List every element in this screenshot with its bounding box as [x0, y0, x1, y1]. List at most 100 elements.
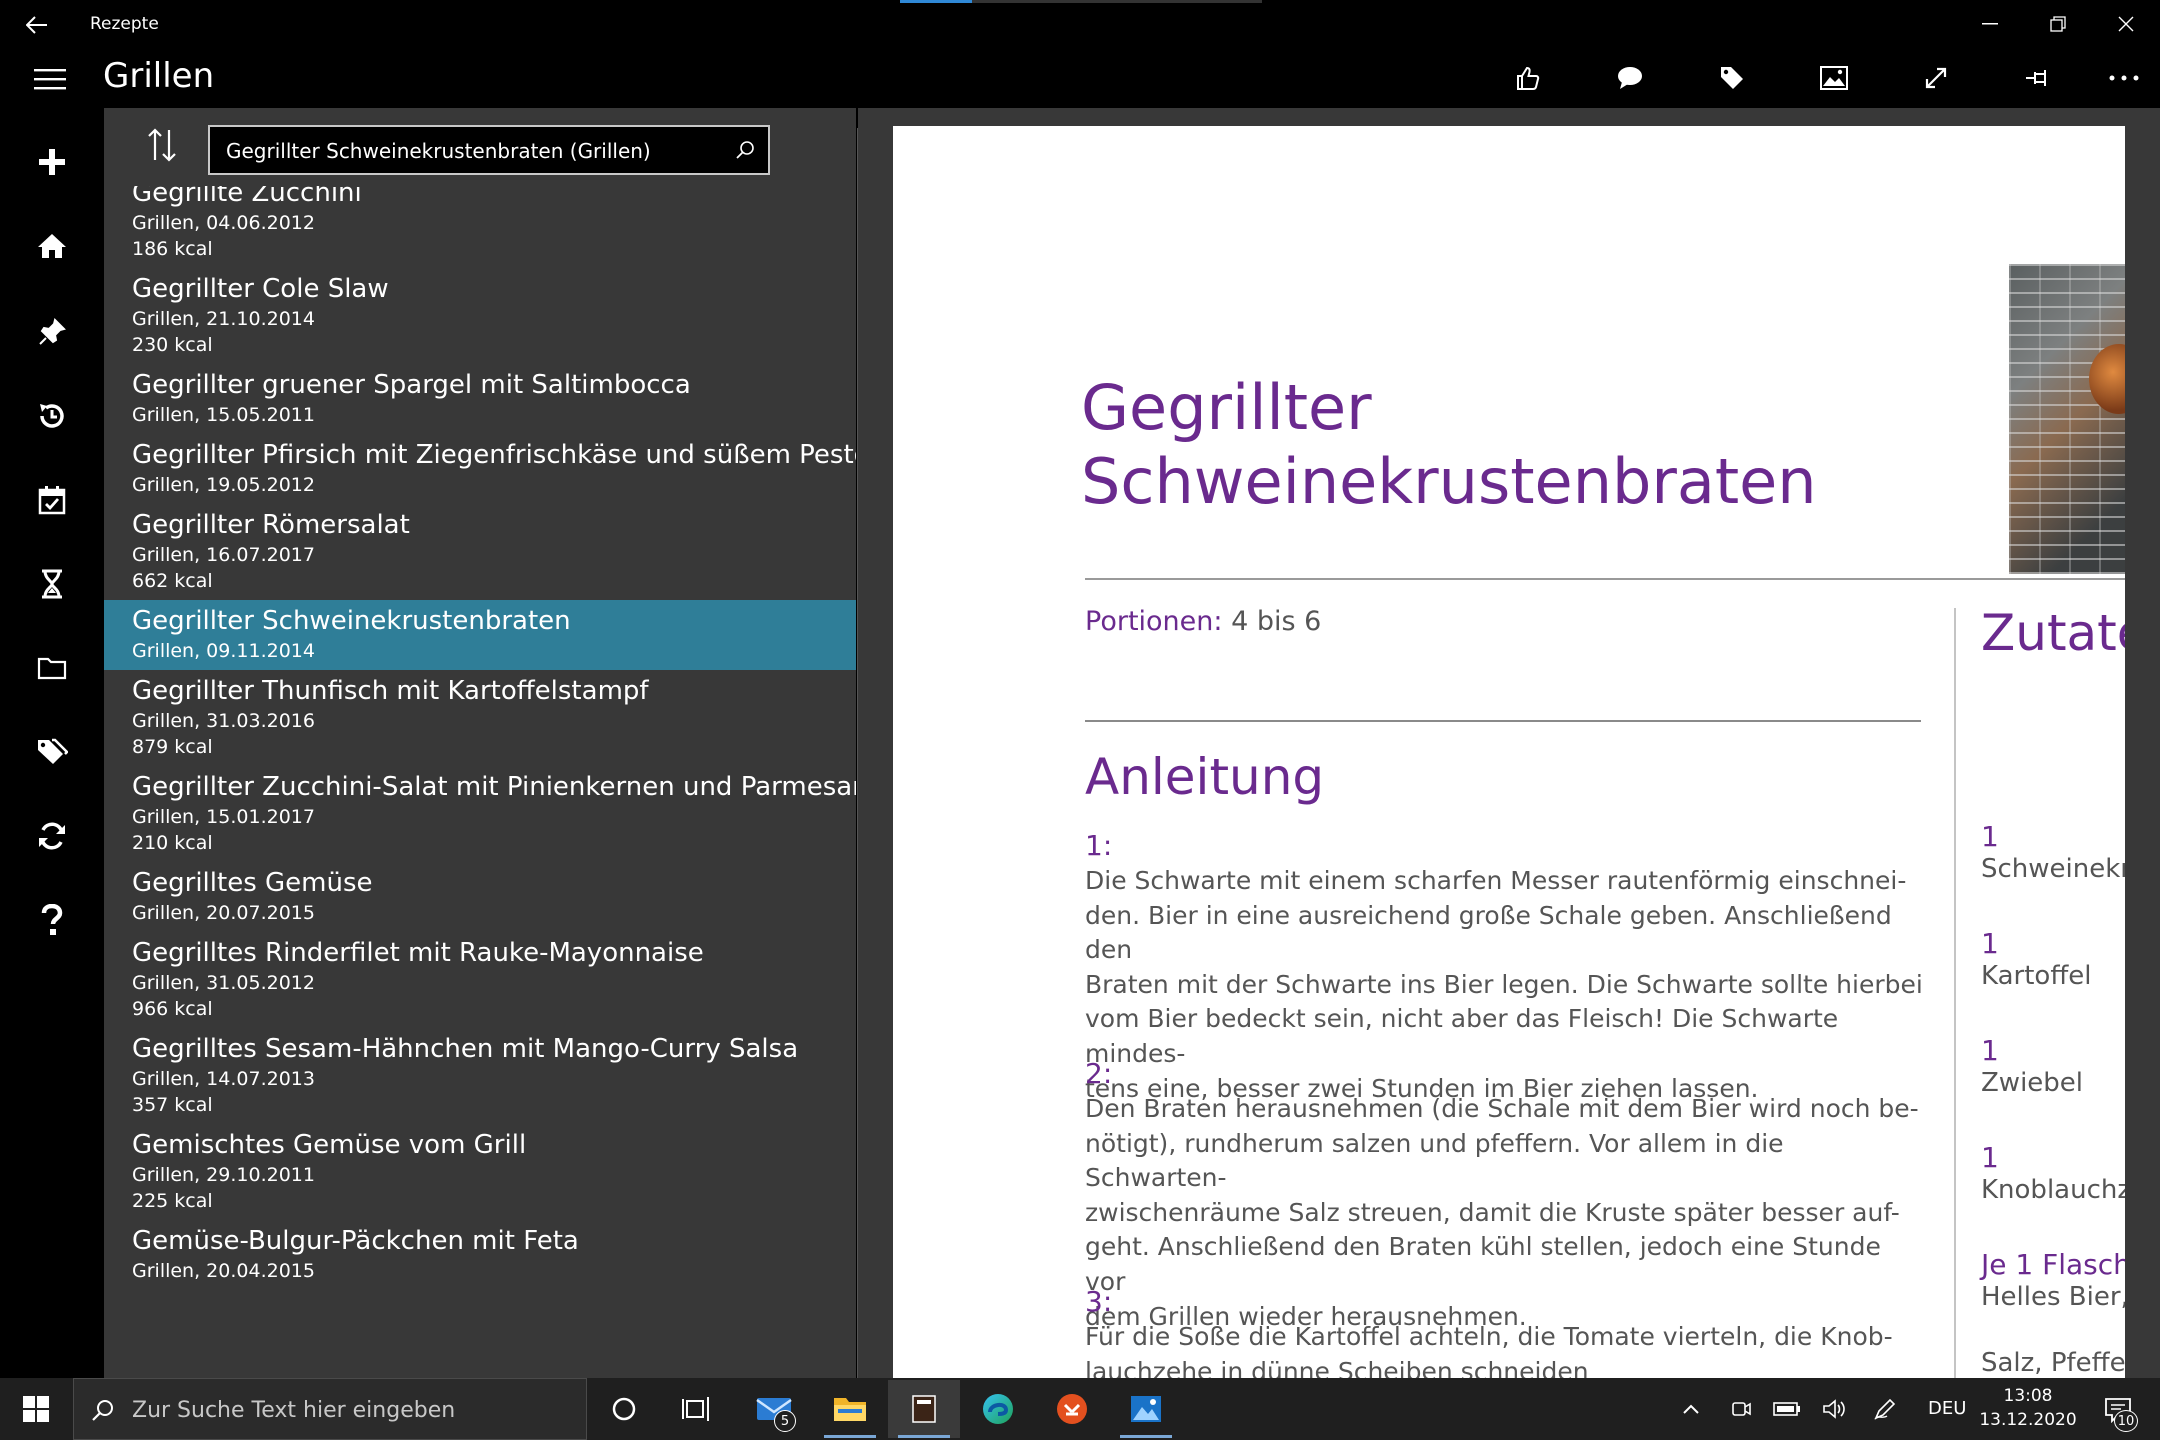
- instruction-step: 3: Für die Soße die Kartoffel achteln, di…: [1085, 1284, 1925, 1378]
- portions: Portionen: 4 bis 6: [1085, 606, 1321, 637]
- add-icon[interactable]: [22, 132, 82, 192]
- list-item-category-date: Grillen, 20.07.2015: [132, 902, 315, 924]
- list-item-category-date: Grillen, 09.11.2014: [132, 640, 315, 662]
- ingredient-name: Kartoffel: [1981, 961, 2092, 991]
- edge-browser-icon[interactable]: [962, 1380, 1034, 1438]
- fullscreen-icon[interactable]: [1908, 52, 1964, 104]
- mail-badge: 5: [774, 1410, 796, 1432]
- document-scroll-area[interactable]: [2125, 108, 2160, 1378]
- list-item[interactable]: Gemüse-Bulgur-Päckchen mit Feta Grillen, …: [104, 1220, 856, 1290]
- list-item[interactable]: Gemischtes Gemüse vom Grill Grillen, 29.1…: [104, 1124, 856, 1220]
- title-rule: [1085, 578, 2125, 580]
- clock[interactable]: 13:08 13.12.2020: [1976, 1384, 2080, 1432]
- photos-running-indicator: [1120, 1435, 1172, 1438]
- volume-icon[interactable]: [1818, 1394, 1852, 1424]
- list-item[interactable]: Gegrillte Zucchini Grillen, 04.06.2012 186…: [104, 186, 856, 268]
- step-text-line: Braten mit der Schwarte ins Bier legen. …: [1085, 969, 1923, 999]
- step-text-line: Für die Soße die Kartoffel achteln, die …: [1085, 1322, 1893, 1351]
- list-item-calories: 879 kcal: [132, 736, 213, 758]
- list-item[interactable]: Gegrilltes Gemüse Grillen, 20.07.2015: [104, 862, 856, 932]
- title-accent-bar: [900, 0, 972, 3]
- file-explorer-icon[interactable]: [814, 1380, 886, 1438]
- list-item-calories: 225 kcal: [132, 1190, 213, 1212]
- portions-label: Portionen:: [1085, 606, 1223, 637]
- list-item-category-date: Grillen, 29.10.2011: [132, 1164, 315, 1186]
- step-number: 3:: [1085, 1285, 1113, 1318]
- list-item-title: Gemüse-Bulgur-Päckchen mit Feta: [132, 1226, 579, 1256]
- home-icon[interactable]: [22, 216, 82, 276]
- close-button[interactable]: [2092, 0, 2160, 48]
- tag-icon[interactable]: [1704, 52, 1760, 104]
- minimize-button[interactable]: [1956, 0, 2024, 48]
- ingredient-quantity: 1: [1981, 1141, 1999, 1174]
- list-item[interactable]: Gegrilltes Rinderfilet mit Rauke-Mayonna…: [104, 932, 856, 1028]
- rezepte-running-indicator: [898, 1435, 950, 1438]
- step-number: 2:: [1085, 1057, 1113, 1090]
- cortana-icon[interactable]: [588, 1380, 660, 1438]
- tags-icon[interactable]: [22, 722, 82, 782]
- meet-now-icon[interactable]: [1726, 1394, 1756, 1424]
- windows-start-icon[interactable]: [0, 1378, 72, 1440]
- battery-icon[interactable]: [1770, 1394, 1804, 1424]
- list-item[interactable]: Gegrillter Römersalat Grillen, 16.07.2017…: [104, 504, 856, 600]
- mail-app-icon[interactable]: 5: [738, 1380, 810, 1438]
- list-item-category-date: Grillen, 31.05.2012: [132, 972, 315, 994]
- list-item[interactable]: Gegrillter gruener Spargel mit Saltimboc…: [104, 364, 856, 434]
- navigation-rail: [0, 108, 104, 1378]
- folder-icon[interactable]: [22, 638, 82, 698]
- thumbs-up-icon[interactable]: [1500, 52, 1556, 104]
- page-title: Grillen: [103, 56, 215, 96]
- hamburger-menu-icon[interactable]: [30, 62, 70, 96]
- more-options-icon[interactable]: [2096, 52, 2152, 104]
- list-item-calories: 966 kcal: [132, 998, 213, 1020]
- list-item-category-date: Grillen, 20.04.2015: [132, 1260, 315, 1282]
- notification-center-icon[interactable]: 10: [2090, 1386, 2146, 1434]
- ingredient-quantity: 1: [1981, 820, 1999, 853]
- rezepte-app-icon[interactable]: [888, 1380, 960, 1438]
- ingredient-name: Helles Bier,: [1981, 1282, 2125, 1312]
- step-text-line: Die Schwarte mit einem scharfen Messer r…: [1085, 866, 1907, 895]
- pen-workspace-icon[interactable]: [1868, 1394, 1902, 1424]
- list-item-title: Gemischtes Gemüse vom Grill: [132, 1130, 527, 1160]
- list-item-title: Gegrilltes Rinderfilet mit Rauke-Mayonna…: [132, 938, 704, 968]
- history-icon[interactable]: [22, 386, 82, 446]
- list-item[interactable]: Gegrillter Cole Slaw Grillen, 21.10.2014 2…: [104, 268, 856, 364]
- list-item-title: Gegrillter Pfirsich mit Ziegenfrischkäse…: [132, 440, 856, 470]
- recipe-document: Gegrillter Schweinekrustenbraten Portion…: [893, 126, 2125, 1378]
- input-language[interactable]: DEU: [1928, 1398, 1966, 1419]
- search-input[interactable]: Gegrillter Schweinekrustenbraten (Grille…: [208, 125, 770, 175]
- help-icon[interactable]: [22, 890, 82, 950]
- recipe-photo: [2009, 264, 2125, 574]
- comment-icon[interactable]: [1602, 52, 1658, 104]
- recipe-title: Gegrillter Schweinekrustenbraten: [1081, 371, 1817, 519]
- notification-count: 10: [2114, 1410, 2138, 1432]
- image-icon[interactable]: [1806, 52, 1862, 104]
- sync-icon[interactable]: [22, 806, 82, 866]
- photos-app-icon[interactable]: [1110, 1380, 1182, 1438]
- pin-icon[interactable]: [2010, 52, 2066, 104]
- instructions-heading: Anleitung: [1085, 748, 1325, 806]
- list-item[interactable]: Gegrilltes Sesam-Hähnchen mit Mango-Curr…: [104, 1028, 856, 1124]
- ingredient-quantity: Je 1 Flasch: [1981, 1248, 2125, 1281]
- calendar-icon[interactable]: [22, 470, 82, 530]
- pinned-icon[interactable]: [22, 302, 82, 362]
- list-item-selected[interactable]: Gegrillter Schweinekrustenbraten Grillen,…: [104, 600, 856, 670]
- clock-time: 13:08: [2003, 1386, 2053, 1406]
- search-icon[interactable]: [730, 135, 760, 165]
- sort-icon[interactable]: [132, 120, 192, 170]
- list-item[interactable]: Gegrillter Thunfisch mit Kartoffelstampf…: [104, 670, 856, 766]
- back-arrow-icon[interactable]: [20, 8, 54, 42]
- step-text-line: zwischenräume Salz streuen, damit die Kr…: [1085, 1197, 1900, 1227]
- restore-button[interactable]: [2024, 0, 2092, 48]
- list-item-category-date: Grillen, 14.07.2013: [132, 1068, 315, 1090]
- list-item-title: Gegrillter Zucchini-Salat mit Pinienkern…: [132, 772, 856, 802]
- ingredient-name: Knoblauchz: [1981, 1175, 2125, 1205]
- list-item[interactable]: Gegrillter Zucchini-Salat mit Pinienkern…: [104, 766, 856, 862]
- step-text-line: lauchzehe in dünne Scheiben schneiden: [1085, 1356, 1589, 1378]
- hourglass-icon[interactable]: [22, 554, 82, 614]
- taskbar-search-input[interactable]: Zur Suche Text hier eingeben: [73, 1378, 587, 1440]
- list-item[interactable]: Gegrillter Pfirsich mit Ziegenfrischkäse…: [104, 434, 856, 504]
- remote-app-icon[interactable]: [1036, 1380, 1108, 1438]
- show-hidden-icons-chevron-icon[interactable]: [1676, 1394, 1706, 1424]
- task-view-icon[interactable]: [660, 1380, 732, 1438]
